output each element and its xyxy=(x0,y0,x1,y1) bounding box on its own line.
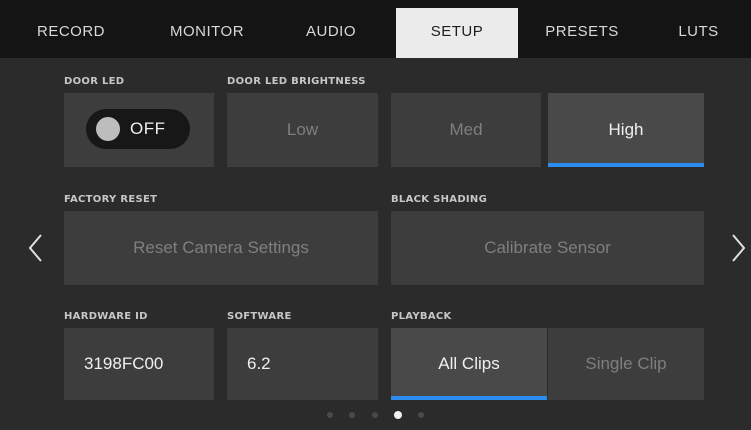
reset-camera-settings-text: Reset Camera Settings xyxy=(133,238,309,257)
all-clips-label: All Clips xyxy=(438,354,500,373)
page-dot-2[interactable] xyxy=(349,411,356,418)
black-shading-label: BLACK SHADING xyxy=(391,194,488,205)
brightness-low-label: Low xyxy=(286,120,319,139)
software-label: SOFTWARE xyxy=(227,311,292,322)
page-dot-4-active[interactable] xyxy=(393,410,402,419)
brightness-high-label: High xyxy=(608,120,644,139)
playback-label: PLAYBACK xyxy=(391,311,452,322)
door-led-brightness-label: DOOR LED BRIGHTNESS xyxy=(227,76,366,87)
software-box: 6.2 xyxy=(227,328,378,400)
selected-indicator xyxy=(548,163,704,167)
setup-screen: RECORD MONITOR AUDIO SETUP PRESETS LUTS … xyxy=(0,0,751,430)
calibrate-sensor-button[interactable]: Calibrate Sensor xyxy=(391,211,704,285)
tab-audio[interactable]: AUDIO xyxy=(272,0,390,58)
brightness-med-button[interactable]: Med xyxy=(391,93,541,167)
tab-bar: RECORD MONITOR AUDIO SETUP PRESETS LUTS xyxy=(0,0,751,58)
tab-presets[interactable]: PRESETS xyxy=(518,0,646,58)
tab-setup[interactable]: SETUP xyxy=(396,8,518,58)
page-dot-5[interactable] xyxy=(418,411,425,418)
factory-reset-label: FACTORY RESET xyxy=(64,194,158,205)
selected-indicator xyxy=(391,396,547,400)
door-led-state: OFF xyxy=(130,119,166,138)
page-indicator xyxy=(0,406,751,419)
tab-record[interactable]: RECORD xyxy=(0,0,142,58)
chevron-right-icon xyxy=(732,234,746,262)
brightness-low-button[interactable]: Low xyxy=(227,93,378,167)
door-led-toggle-box[interactable]: OFF xyxy=(64,93,214,167)
brightness-high-button[interactable]: High xyxy=(548,93,704,167)
playback-single-clip-button[interactable]: Single Clip xyxy=(548,328,704,400)
hardware-id-label: HARDWARE ID xyxy=(64,311,148,322)
brightness-med-label: Med xyxy=(449,120,483,139)
page-dot-1[interactable] xyxy=(326,411,333,418)
previous-page-arrow[interactable] xyxy=(22,228,52,268)
tab-monitor[interactable]: MONITOR xyxy=(142,0,272,58)
toggle-knob xyxy=(96,117,120,141)
single-clip-label: Single Clip xyxy=(585,354,667,373)
playback-all-clips-button[interactable]: All Clips xyxy=(391,328,547,400)
next-page-arrow[interactable] xyxy=(722,228,751,268)
calibrate-sensor-text: Calibrate Sensor xyxy=(484,238,611,257)
software-value: 6.2 xyxy=(247,354,271,373)
reset-camera-settings-button[interactable]: Reset Camera Settings xyxy=(64,211,378,285)
door-led-toggle[interactable]: OFF xyxy=(86,109,190,149)
page-dot-3[interactable] xyxy=(371,411,378,418)
door-led-label: DOOR LED xyxy=(64,76,125,87)
hardware-id-value: 3198FC00 xyxy=(84,354,164,373)
hardware-id-box: 3198FC00 xyxy=(64,328,214,400)
chevron-left-icon xyxy=(28,234,42,262)
tab-luts[interactable]: LUTS xyxy=(646,0,751,58)
